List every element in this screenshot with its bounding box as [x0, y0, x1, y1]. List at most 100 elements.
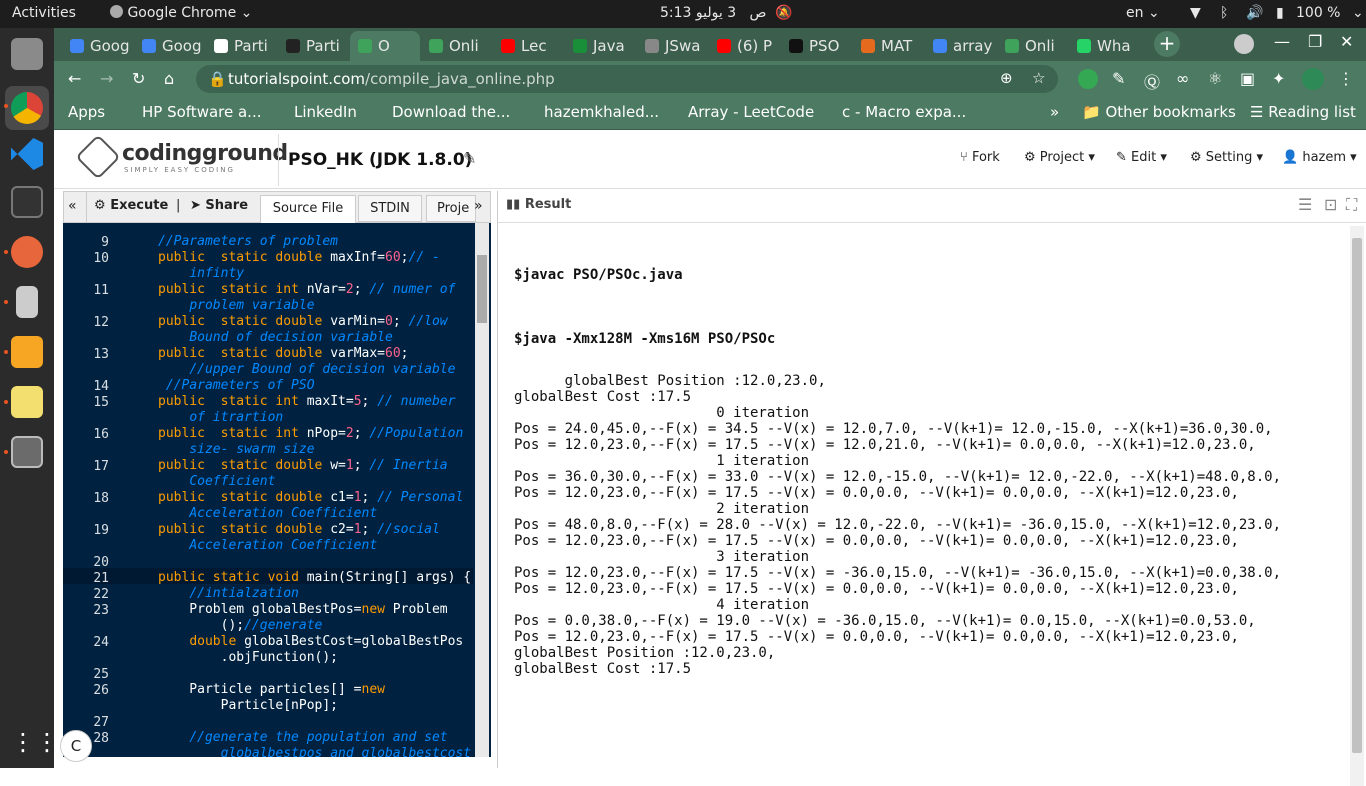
code-line[interactable]: ();//generate [158, 618, 323, 634]
browser-tab[interactable]: JSwa [637, 31, 708, 61]
postman-icon[interactable] [11, 236, 43, 268]
code-line[interactable]: public static double varMax=60; [158, 346, 409, 362]
code-line[interactable]: globalbestpos and globalbestcost [158, 746, 471, 757]
code-line[interactable]: size- swarm size [158, 442, 314, 458]
edit-title-icon[interactable]: ✎ [463, 149, 476, 168]
execute-button[interactable]: ⚙ Execute [94, 198, 168, 213]
code-line[interactable]: public static double c1=1; // Personal [158, 490, 463, 506]
setting-menu[interactable]: ⚙ Setting ▾ [1190, 150, 1263, 165]
home-icon[interactable]: ⌂ [164, 69, 174, 88]
terminal-icon[interactable] [11, 186, 43, 218]
bookmark-item[interactable]: hazemkhaled... [544, 103, 659, 121]
code-line[interactable]: public static void main(String[] args) { [158, 570, 471, 586]
restore-pane-icon[interactable]: ⊡ [1324, 195, 1337, 214]
extensions-puzzle-icon[interactable]: ✦ [1272, 69, 1285, 88]
grammarly-icon[interactable] [1078, 69, 1098, 89]
forward-icon[interactable]: → [100, 69, 113, 88]
screenshot-icon[interactable] [11, 436, 43, 468]
bookmark-star-icon[interactable]: ☆ [1032, 69, 1045, 87]
usb-drive-icon[interactable] [16, 286, 38, 318]
tooltip-bubble[interactable]: C [60, 730, 92, 762]
browser-tab[interactable]: Lec [493, 31, 564, 61]
browser-tab[interactable]: Java [565, 31, 636, 61]
code-line[interactable]: //Parameters of PSO [158, 378, 315, 394]
zoom-icon[interactable]: ⊕ [1000, 69, 1013, 87]
extension-q-icon[interactable]: Ⓠ [1144, 69, 1160, 93]
volume-icon[interactable]: 🔊 [1246, 5, 1263, 21]
vscode-icon[interactable] [11, 138, 43, 170]
code-line[interactable]: //upper Bound of decision variable [158, 362, 455, 378]
bluetooth-icon[interactable]: ᛒ [1220, 5, 1228, 21]
address-bar[interactable]: 🔒 tutorialspoint.com/compile_java_online… [196, 65, 1058, 93]
more-bookmarks-chevron[interactable]: » [1050, 103, 1059, 121]
minimize-icon[interactable]: — [1274, 32, 1290, 51]
code-line[interactable]: public static double varMin=0; //low [158, 314, 448, 330]
fullscreen-icon[interactable]: ⛶ [1346, 195, 1357, 215]
browser-tab[interactable]: Onli [421, 31, 492, 61]
profile-avatar[interactable] [1302, 68, 1324, 90]
app-menu[interactable]: Google Chrome ⌄ [110, 5, 252, 21]
tab-project[interactable]: Proje [426, 195, 476, 222]
code-line[interactable]: infinty [158, 266, 244, 282]
code-line[interactable]: public static double c2=1; //social [158, 522, 440, 538]
new-tab-button[interactable]: + [1154, 31, 1180, 57]
code-editor[interactable]: 9 //Parameters of problem 10 public static … [63, 223, 491, 757]
tab-search-icon[interactable] [1234, 34, 1254, 54]
chrome-menu-icon[interactable]: ⋮ [1338, 69, 1354, 88]
code-line[interactable]: Problem globalBestPos=new Problem [158, 602, 447, 618]
tab-stdin[interactable]: STDIN [358, 195, 422, 222]
code-line[interactable]: .objFunction(); [158, 650, 338, 666]
bookmark-item[interactable]: Array - LeetCode [688, 103, 814, 121]
code-line[interactable]: Particle[nPop]; [158, 698, 338, 714]
code-line[interactable]: double globalBestCost=globalBestPos [158, 634, 463, 650]
code-line[interactable]: problem variable [158, 298, 314, 314]
logo-text[interactable]: codingground [122, 141, 288, 166]
clear-output-icon[interactable]: ☰ [1298, 195, 1312, 214]
code-line[interactable]: Acceleration Coefficient [158, 506, 377, 522]
code-line[interactable]: public static int nPop=2; //Population [158, 426, 463, 442]
editor-scrollbar[interactable] [475, 223, 489, 757]
code-line[interactable]: Coefficient [158, 474, 275, 490]
show-apps-grid-icon[interactable]: ⋮⋮⋮ [11, 728, 83, 760]
other-bookmarks-folder[interactable]: 📁 Other bookmarks [1082, 103, 1236, 121]
project-menu[interactable]: ⚙ Project ▾ [1024, 150, 1095, 165]
code-line[interactable]: Acceleration Coefficient [158, 538, 377, 554]
collapse-left-icon[interactable]: « [68, 198, 77, 214]
back-icon[interactable]: ← [68, 69, 81, 88]
activities-button[interactable]: Activities [12, 5, 76, 21]
close-window-icon[interactable]: ✕ [1340, 32, 1353, 51]
bookmark-item[interactable]: Apps [68, 103, 105, 121]
browser-tab[interactable]: array [925, 31, 996, 61]
code-line[interactable]: public static double maxInf=60;// - [158, 250, 440, 266]
browser-tab[interactable]: MAT [853, 31, 924, 61]
browser-tab[interactable]: Parti [206, 31, 277, 61]
language-indicator[interactable]: en ⌄ [1126, 5, 1160, 21]
browser-tab[interactable]: (6) P [709, 31, 780, 61]
impress-icon[interactable] [11, 336, 43, 368]
bookmark-item[interactable]: HP Software a... [142, 103, 261, 121]
sticky-notes-icon[interactable] [11, 386, 43, 418]
code-line[interactable]: Particle particles[] =new [158, 682, 385, 698]
reload-icon[interactable]: ↻ [132, 69, 145, 88]
battery-icon[interactable]: ▮ [1276, 5, 1284, 21]
code-line[interactable]: public static double w=1; // Inertia [158, 458, 448, 474]
expand-right-icon[interactable]: » [474, 198, 483, 214]
system-menu-chevron-icon[interactable]: ⌄ [1352, 5, 1364, 21]
chrome-dock-icon[interactable] [11, 92, 43, 124]
browser-tab[interactable]: Goog [134, 31, 205, 61]
result-scrollbar[interactable] [1350, 226, 1364, 786]
files-icon[interactable] [11, 38, 43, 70]
code-line[interactable]: //intialzation [158, 586, 299, 602]
code-line[interactable]: Bound of decision variable [158, 330, 393, 346]
code-line[interactable]: //generate the population and set [158, 730, 447, 746]
maximize-icon[interactable]: ❐ [1308, 32, 1322, 51]
wifi-icon[interactable]: ▼ [1190, 5, 1201, 21]
browser-tab[interactable]: Goog [62, 31, 133, 61]
fork-menu[interactable]: ⑂ Fork [960, 150, 1000, 165]
user-menu[interactable]: 👤 hazem ▾ [1282, 150, 1357, 165]
browser-tab[interactable]: Wha [1069, 31, 1140, 61]
code-line[interactable]: //Parameters of problem [158, 234, 338, 250]
pen-extension-icon[interactable]: ✎ [1112, 69, 1125, 88]
bookmark-item[interactable]: LinkedIn [294, 103, 357, 121]
browser-tab[interactable]: O [350, 31, 420, 61]
